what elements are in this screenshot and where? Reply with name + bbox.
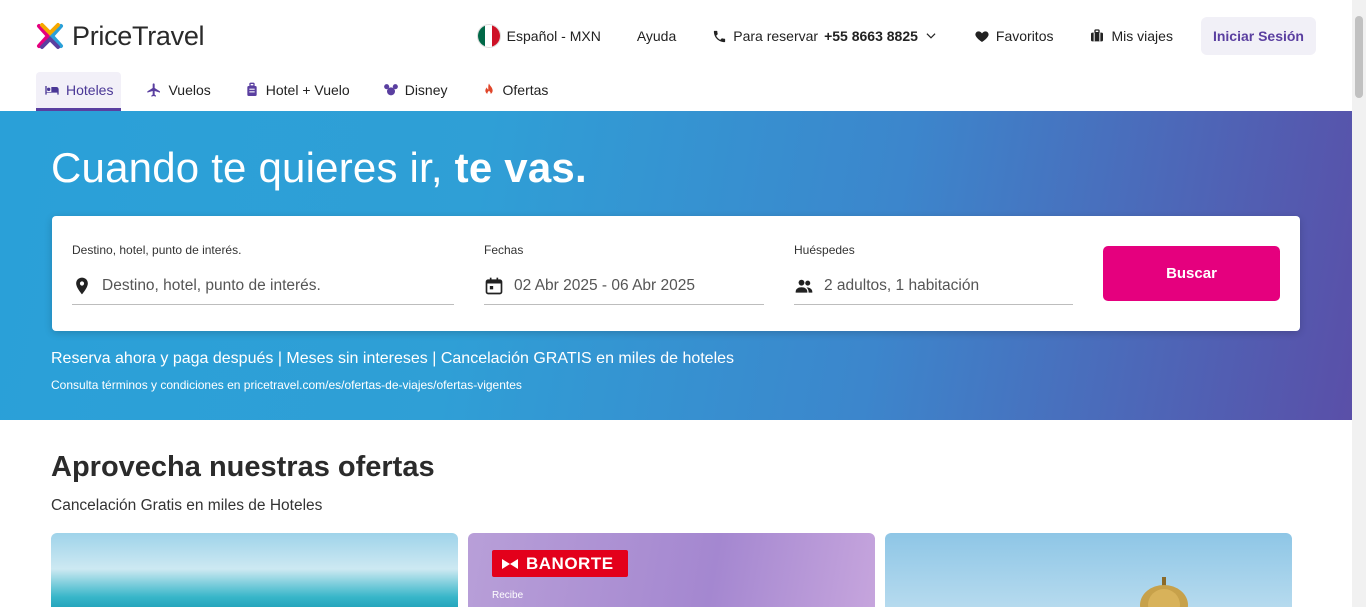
tab-vuelos[interactable]: Vuelos [138,72,218,111]
product-tabs: Hoteles Vuelos Hotel + Vuelo Disney Ofer… [36,72,573,111]
destination-placeholder: Destino, hotel, punto de interés. [102,276,321,294]
language-currency-label: Español - MXN [506,28,601,44]
offer-card-beach[interactable] [51,533,458,607]
offer-card-city[interactable] [885,533,1292,607]
location-pin-icon [76,277,88,294]
guests-value: 2 adultos, 1 habitación [824,276,980,294]
my-trips-link[interactable]: Mis viajes [1071,17,1190,55]
dates-value: 02 Abr 2025 - 06 Abr 2025 [514,276,695,294]
destination-input[interactable]: Destino, hotel, punto de interés. [72,267,454,305]
banorte-card-text: Recibe [492,590,524,601]
favorites-link[interactable]: Favoritos [956,17,1072,55]
banorte-brand-text: BANORTE [526,553,614,573]
mexico-flag-icon [476,24,501,48]
bed-icon [45,86,59,95]
hero-title: Cuando te quieres ir, te vas. [51,144,587,192]
logo-text: PriceTravel [72,20,205,51]
tab-label: Ofertas [502,82,549,98]
scrollbar-thumb[interactable] [1355,16,1363,98]
offers-title: Aprovecha nuestras ofertas [51,451,435,483]
people-icon [795,279,813,293]
my-trips-label: Mis viajes [1111,28,1173,44]
offers-subtitle: Cancelación Gratis en miles de Hoteles [51,497,323,514]
hero-banner: Cuando te quieres ir, te vas. Destino, h… [0,111,1352,420]
help-label: Ayuda [636,28,677,44]
banorte-logo-icon [502,558,518,569]
calendar-icon [485,277,503,294]
tab-label: Vuelos [168,82,211,98]
top-nav: Español - MXN Ayuda Para reservar +55 86… [459,17,1316,55]
fire-icon [484,83,493,96]
language-currency-selector[interactable]: Español - MXN [459,17,619,55]
reserve-phone-dropdown[interactable]: Para reservar +55 8663 8825 [694,17,956,55]
dates-label: Fechas [484,243,524,257]
guests-field: Huéspedes 2 adultos, 1 habitación [794,243,1073,305]
promo-text: Reserva ahora y paga después | Meses sin… [51,350,735,367]
destination-field: Destino, hotel, punto de interés. Destin… [72,243,454,305]
help-link[interactable]: Ayuda [619,17,694,55]
terms-text: Consulta términos y condiciones en price… [51,378,522,392]
search-button[interactable]: Buscar [1103,246,1280,301]
login-button[interactable]: Iniciar Sesión [1200,17,1316,55]
tab-label: Hoteles [66,82,114,98]
tab-hoteles[interactable]: Hoteles [36,72,122,111]
reserve-label: Para reservar [733,28,819,44]
destination-label: Destino, hotel, punto de interés. [72,243,242,257]
guests-label: Huéspedes [794,243,855,257]
phone-icon [714,30,726,42]
guests-input[interactable]: 2 adultos, 1 habitación [794,267,1073,305]
offer-card-banorte[interactable]: BANORTE Recibe [468,533,875,607]
favorites-label: Favoritos [995,28,1054,44]
tab-disney[interactable]: Disney [375,72,456,111]
reserve-phone-number: +55 8663 8825 [824,28,918,44]
tab-label: Hotel + Vuelo [265,82,350,98]
palace-dome-image [1140,577,1188,607]
search-form: Destino, hotel, punto de interés. Destin… [52,216,1300,331]
pricetravel-logo-icon [37,23,63,49]
logo[interactable]: PriceTravel [36,20,205,52]
plane-icon [147,83,161,97]
suitcase-icon [1091,29,1104,42]
chevron-down-icon [926,33,936,39]
dates-field: Fechas 02 Abr 2025 - 06 Abr 2025 [484,243,764,305]
site-header: PriceTravel Español - MXN Ayuda Para res… [0,0,1352,72]
mickey-icon [383,84,398,96]
banorte-logo: BANORTE [492,550,628,577]
tab-label: Disney [404,82,448,98]
dates-input[interactable]: 02 Abr 2025 - 06 Abr 2025 [484,267,764,305]
page-scrollbar[interactable] [1352,0,1366,607]
hero-title-bold: te vas. [454,144,587,191]
tab-hotel-vuelo[interactable]: Hotel + Vuelo [236,72,358,111]
tab-ofertas[interactable]: Ofertas [473,72,557,111]
luggage-icon [247,82,257,96]
heart-icon [975,31,989,42]
hero-title-light: Cuando te quieres ir, [51,144,455,191]
